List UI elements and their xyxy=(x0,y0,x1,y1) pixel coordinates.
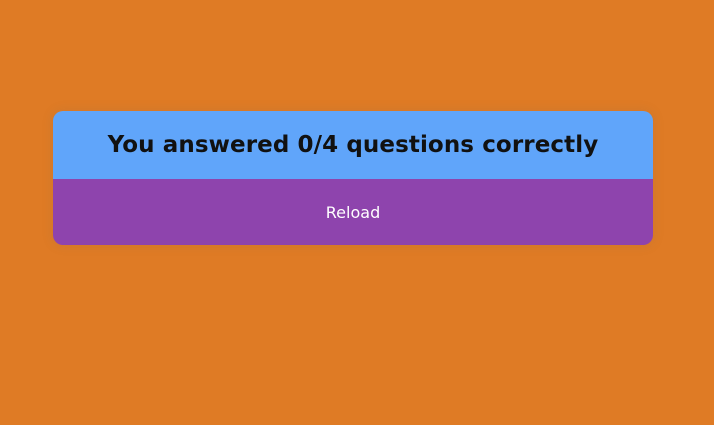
reload-button[interactable]: Reload xyxy=(53,179,653,245)
result-heading: You answered 0/4 questions correctly xyxy=(107,132,599,158)
result-header: You answered 0/4 questions correctly xyxy=(53,111,653,179)
quiz-result-card: You answered 0/4 questions correctly Rel… xyxy=(53,111,653,245)
